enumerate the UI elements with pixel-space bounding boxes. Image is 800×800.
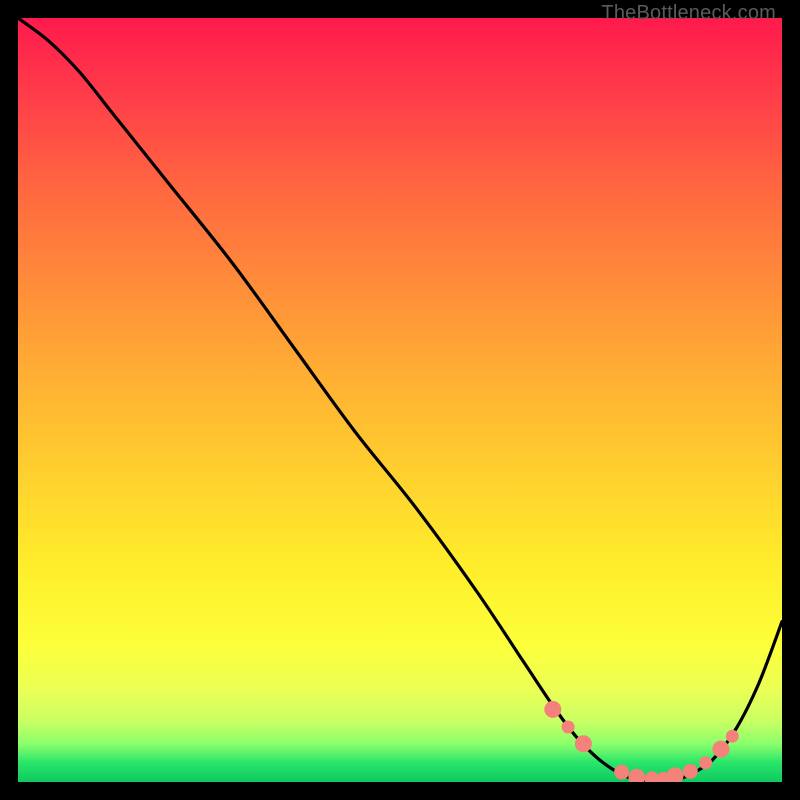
chart-frame: TheBottleneck.com	[0, 0, 800, 800]
curve-marker	[615, 765, 629, 779]
curve-marker	[575, 736, 591, 752]
curve-marker	[629, 769, 645, 782]
plot-area	[18, 18, 782, 782]
curve-marker	[683, 764, 697, 778]
curve-marker	[645, 772, 659, 782]
curve-marker	[545, 701, 561, 717]
curve-markers	[545, 701, 739, 782]
curve-marker	[713, 741, 729, 757]
watermark-text: TheBottleneck.com	[601, 2, 776, 25]
curve-marker	[726, 730, 738, 742]
chart-svg	[18, 18, 782, 782]
curve-marker	[667, 768, 683, 782]
bottleneck-curve	[18, 18, 782, 782]
curve-marker	[700, 757, 712, 769]
curve-marker	[562, 721, 574, 733]
